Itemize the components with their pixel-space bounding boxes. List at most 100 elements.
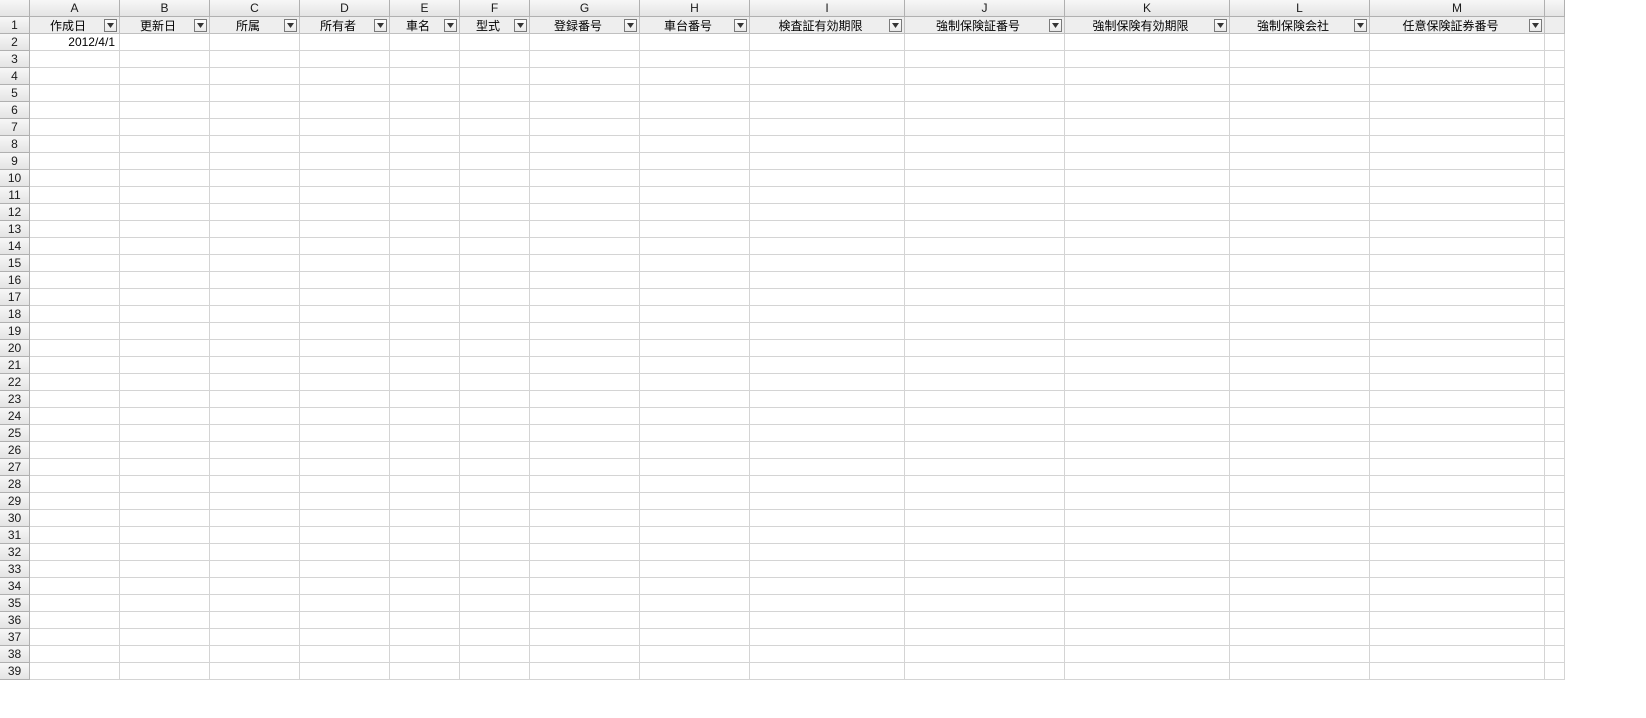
cell[interactable]: [30, 646, 120, 663]
cell[interactable]: [750, 646, 905, 663]
cell[interactable]: [750, 85, 905, 102]
cell[interactable]: [750, 544, 905, 561]
cell[interactable]: [905, 323, 1065, 340]
cell[interactable]: [640, 119, 750, 136]
cell[interactable]: [460, 408, 530, 425]
cell[interactable]: [530, 612, 640, 629]
cell[interactable]: [530, 187, 640, 204]
cell[interactable]: [640, 510, 750, 527]
cell[interactable]: [1230, 289, 1370, 306]
cell[interactable]: [120, 85, 210, 102]
cell[interactable]: [460, 629, 530, 646]
cell[interactable]: [390, 527, 460, 544]
cell[interactable]: [1065, 136, 1230, 153]
filter-dropdown-icon[interactable]: [1529, 19, 1542, 32]
cell[interactable]: [300, 323, 390, 340]
cell[interactable]: [120, 663, 210, 680]
cell[interactable]: [640, 391, 750, 408]
cell[interactable]: [1065, 629, 1230, 646]
cell[interactable]: [300, 255, 390, 272]
cell[interactable]: [640, 646, 750, 663]
cell[interactable]: [390, 612, 460, 629]
cell[interactable]: [905, 119, 1065, 136]
cell[interactable]: [210, 119, 300, 136]
cell[interactable]: [905, 595, 1065, 612]
cell[interactable]: [1545, 153, 1565, 170]
cell[interactable]: [120, 612, 210, 629]
cell[interactable]: [460, 391, 530, 408]
cell[interactable]: [30, 323, 120, 340]
cell[interactable]: [210, 272, 300, 289]
cell[interactable]: [300, 663, 390, 680]
cell[interactable]: [390, 51, 460, 68]
cell[interactable]: [905, 289, 1065, 306]
cell[interactable]: [750, 306, 905, 323]
cell[interactable]: [1065, 170, 1230, 187]
cell[interactable]: [530, 238, 640, 255]
cell[interactable]: [905, 476, 1065, 493]
cell[interactable]: [30, 595, 120, 612]
cell[interactable]: [300, 204, 390, 221]
row-header[interactable]: 14: [0, 238, 30, 255]
cell[interactable]: [530, 68, 640, 85]
cell[interactable]: [30, 153, 120, 170]
cell[interactable]: [120, 408, 210, 425]
cell[interactable]: [1545, 272, 1565, 289]
cell[interactable]: [300, 527, 390, 544]
cell[interactable]: [1230, 34, 1370, 51]
cell[interactable]: [1230, 221, 1370, 238]
cell[interactable]: [1545, 595, 1565, 612]
cell[interactable]: [1065, 85, 1230, 102]
row-header[interactable]: 34: [0, 578, 30, 595]
cell[interactable]: [30, 561, 120, 578]
cell[interactable]: [120, 255, 210, 272]
cell[interactable]: [390, 238, 460, 255]
cell[interactable]: [460, 170, 530, 187]
cell[interactable]: [120, 289, 210, 306]
cell[interactable]: [750, 221, 905, 238]
cell[interactable]: [210, 391, 300, 408]
row-header[interactable]: 8: [0, 136, 30, 153]
cell[interactable]: [1370, 102, 1545, 119]
cell[interactable]: [640, 102, 750, 119]
cell[interactable]: [120, 238, 210, 255]
cell[interactable]: [640, 578, 750, 595]
cell[interactable]: [640, 357, 750, 374]
cell[interactable]: [1370, 340, 1545, 357]
cell[interactable]: [750, 374, 905, 391]
filter-dropdown-icon[interactable]: [284, 19, 297, 32]
cell[interactable]: [1065, 442, 1230, 459]
cell[interactable]: [1370, 527, 1545, 544]
cell[interactable]: [640, 527, 750, 544]
cell[interactable]: [1545, 136, 1565, 153]
cell[interactable]: [210, 102, 300, 119]
cell[interactable]: [1065, 323, 1230, 340]
row-header[interactable]: 9: [0, 153, 30, 170]
cell[interactable]: [1230, 510, 1370, 527]
header-cell[interactable]: 更新日: [120, 17, 210, 34]
cell[interactable]: [1545, 391, 1565, 408]
cell[interactable]: [750, 187, 905, 204]
cell[interactable]: [460, 663, 530, 680]
row-header[interactable]: 15: [0, 255, 30, 272]
cell[interactable]: [210, 459, 300, 476]
cell[interactable]: [30, 493, 120, 510]
cell[interactable]: [30, 340, 120, 357]
cell[interactable]: [120, 357, 210, 374]
cell[interactable]: [210, 255, 300, 272]
cell[interactable]: [210, 340, 300, 357]
cell[interactable]: [390, 374, 460, 391]
cell[interactable]: [390, 425, 460, 442]
cell[interactable]: [640, 544, 750, 561]
row-header[interactable]: 37: [0, 629, 30, 646]
cell[interactable]: [530, 85, 640, 102]
cell[interactable]: [1065, 221, 1230, 238]
cell[interactable]: [1545, 408, 1565, 425]
cell[interactable]: [1230, 629, 1370, 646]
header-cell[interactable]: 検査証有効期限: [750, 17, 905, 34]
cell[interactable]: [1230, 238, 1370, 255]
cell[interactable]: [905, 68, 1065, 85]
column-header[interactable]: H: [640, 0, 750, 17]
cell[interactable]: [1370, 425, 1545, 442]
row-header[interactable]: 12: [0, 204, 30, 221]
